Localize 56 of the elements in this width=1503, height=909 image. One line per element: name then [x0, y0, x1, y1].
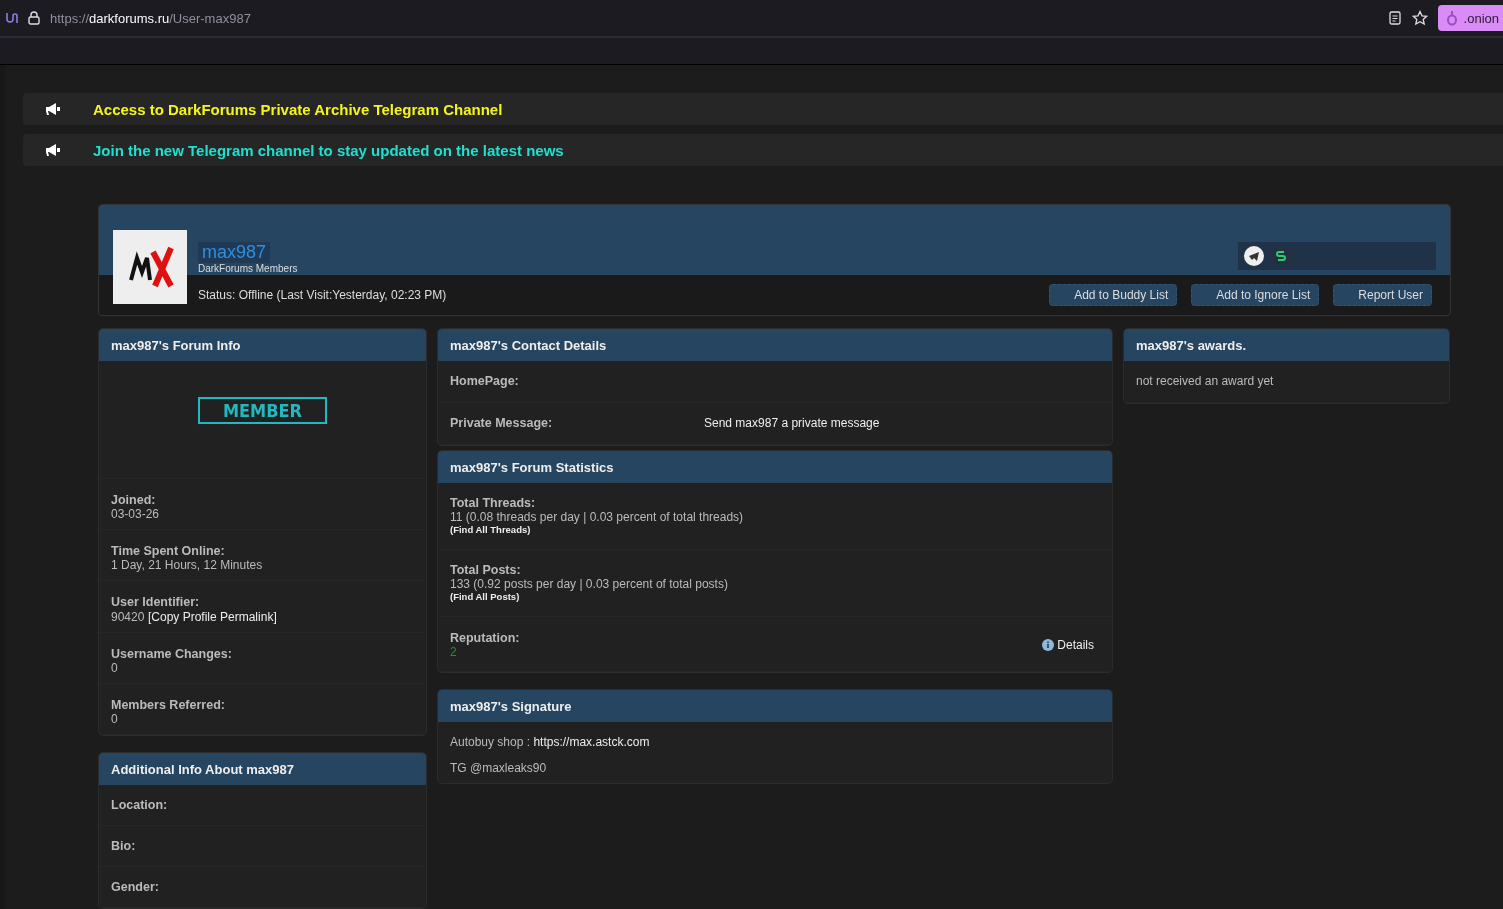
panel-title: max987's Signature	[438, 690, 1112, 722]
status-text: Status: Offline (Last Visit:Yesterday, 02:23 PM)	[198, 288, 448, 302]
awards-text: not received an award yet	[1136, 374, 1275, 388]
signature-text: Autobuy shop :	[450, 735, 532, 749]
panel-title: max987's awards.	[1124, 329, 1449, 361]
details-link[interactable]: Details	[1057, 638, 1094, 652]
find-all-link[interactable]: (Find All Posts)	[450, 591, 1100, 602]
field-label: Joined:	[111, 493, 157, 507]
field-label: Total Posts:	[450, 563, 522, 577]
profile-action-button[interactable]: Report User	[1333, 284, 1432, 306]
address-field[interactable]: https://darkforums.ru/User-max987	[50, 10, 1378, 26]
megaphone-icon	[45, 143, 61, 157]
reputation-value: 2	[450, 645, 458, 659]
field-value: 0	[111, 712, 119, 726]
field-value: 11 (0.08 threads per day | 0.03 percent of total threads)	[450, 510, 745, 524]
megaphone-icon	[45, 102, 61, 116]
field-label: Reputation:	[450, 631, 520, 645]
field-label: HomePage:	[450, 374, 520, 388]
lock-icon	[28, 11, 40, 25]
field-label: Time Spent Online:	[111, 544, 226, 558]
field-value: 03-03-26	[111, 507, 161, 521]
profile-action-button[interactable]: Add to Buddy List	[1049, 284, 1178, 306]
star-icon[interactable]	[1411, 10, 1428, 26]
info-icon	[1041, 639, 1054, 651]
field-label: Bio:	[111, 839, 137, 853]
field-value: 90420	[111, 609, 145, 624]
field-label: User Identifier:	[111, 595, 201, 609]
onion-badge[interactable]: .onion	[1437, 5, 1503, 31]
shop-link[interactable]: https://max.astck.com	[533, 735, 650, 749]
extension-icon[interactable]	[4, 11, 18, 25]
find-all-link[interactable]: (Find All Threads)	[450, 524, 1100, 535]
field-label: Gender:	[111, 880, 160, 894]
field-value: 133 (0.92 posts per day | 0.03 percent of total posts)	[450, 577, 729, 591]
field-label: Total Threads:	[450, 496, 537, 510]
announcement-link[interactable]: Join the new Telegram channel to stay updated on the latest news	[93, 141, 564, 159]
panel-title: Additional Info About max987	[99, 753, 426, 785]
panel-title: max987's Forum Info	[99, 329, 426, 361]
profile-action-button[interactable]: Add to Ignore List	[1191, 284, 1320, 306]
field-value: 0	[111, 661, 119, 675]
field-value: 1 Day, 21 Hours, 12 Minutes	[111, 558, 264, 572]
field-label: Members Referred:	[111, 698, 226, 712]
private-message-link[interactable]: Send max987 a private message	[704, 416, 880, 430]
onion-icon	[1445, 10, 1458, 26]
rank-badge: MEMBER	[198, 397, 327, 424]
telegram-icon[interactable]	[1244, 246, 1264, 266]
session-icon[interactable]	[1272, 247, 1290, 265]
field-label: Username Changes:	[111, 647, 233, 661]
permalink-link[interactable]: [Copy Profile Permalink]	[148, 609, 277, 624]
field-label: Location:	[111, 798, 169, 812]
panel-title: max987's Forum Statistics	[438, 451, 1112, 483]
panel-title: max987's Contact Details	[438, 329, 1112, 361]
announcement-link[interactable]: Access to DarkForums Private Archive Telegram Channel	[93, 100, 503, 118]
field-label: Private Message:	[450, 416, 554, 430]
signature-text: TG @maxleaks90	[450, 761, 547, 775]
reader-view-icon[interactable]	[1387, 11, 1402, 25]
user-group: DarkForums Members	[198, 263, 298, 274]
